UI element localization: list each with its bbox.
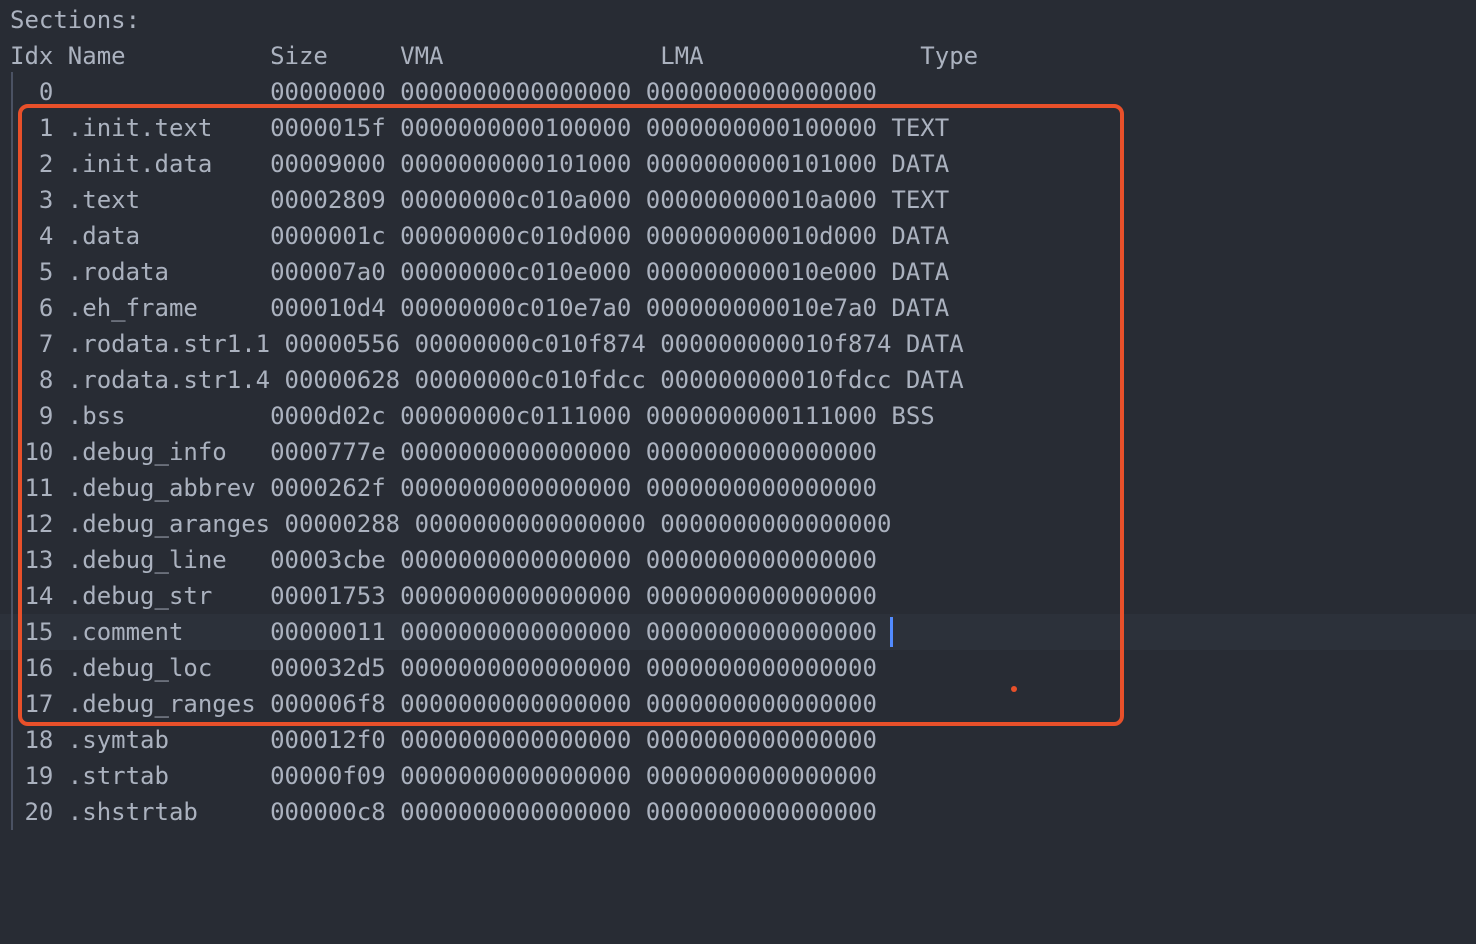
terminal-output[interactable]: Sections: Idx Name Size VMA LMA Type 0 0… bbox=[0, 0, 1476, 944]
annotation-highlight-box bbox=[18, 104, 1124, 726]
sections-heading: Sections: bbox=[10, 6, 141, 34]
annotation-dot bbox=[1011, 686, 1017, 692]
section-row: 20 .shstrtab 000000c8 0000000000000000 0… bbox=[10, 798, 877, 826]
section-row: 19 .strtab 00000f09 0000000000000000 000… bbox=[10, 762, 877, 790]
section-row: 18 .symtab 000012f0 0000000000000000 000… bbox=[10, 726, 877, 754]
table-header: Idx Name Size VMA LMA Type bbox=[10, 42, 979, 70]
